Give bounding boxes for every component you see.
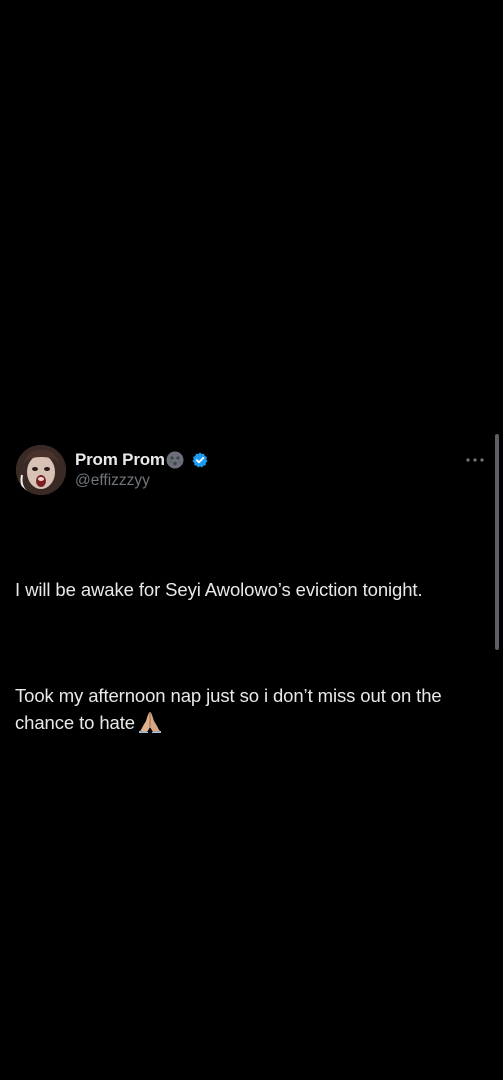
folded-hands-emoji-icon	[138, 711, 162, 733]
more-horizontal-icon[interactable]	[465, 453, 485, 465]
verified-badge-icon	[192, 452, 208, 468]
scrollbar[interactable]	[495, 434, 499, 650]
user-handle[interactable]: @effizzzyy	[75, 472, 463, 490]
tweet-paragraph-2: Took my afternoon nap just so i don’t mi…	[15, 682, 485, 736]
tweet-paragraph-1: I will be awake for Seyi Awolowo’s evict…	[15, 579, 423, 600]
tweet[interactable]: Prom Prom @effizzzyy I will be awake for…	[0, 443, 503, 733]
name-row: Prom Prom	[75, 449, 463, 471]
tweet-paragraph-2-text: Took my afternoon nap just so i don’t mi…	[15, 685, 447, 733]
tweet-header: Prom Prom @effizzzyy	[75, 449, 463, 490]
avatar[interactable]	[16, 445, 66, 495]
dark-moon-face-emoji-icon	[166, 451, 184, 469]
tweet-text: I will be awake for Seyi Awolowo’s evict…	[15, 522, 485, 790]
display-name[interactable]: Prom Prom	[75, 450, 165, 470]
